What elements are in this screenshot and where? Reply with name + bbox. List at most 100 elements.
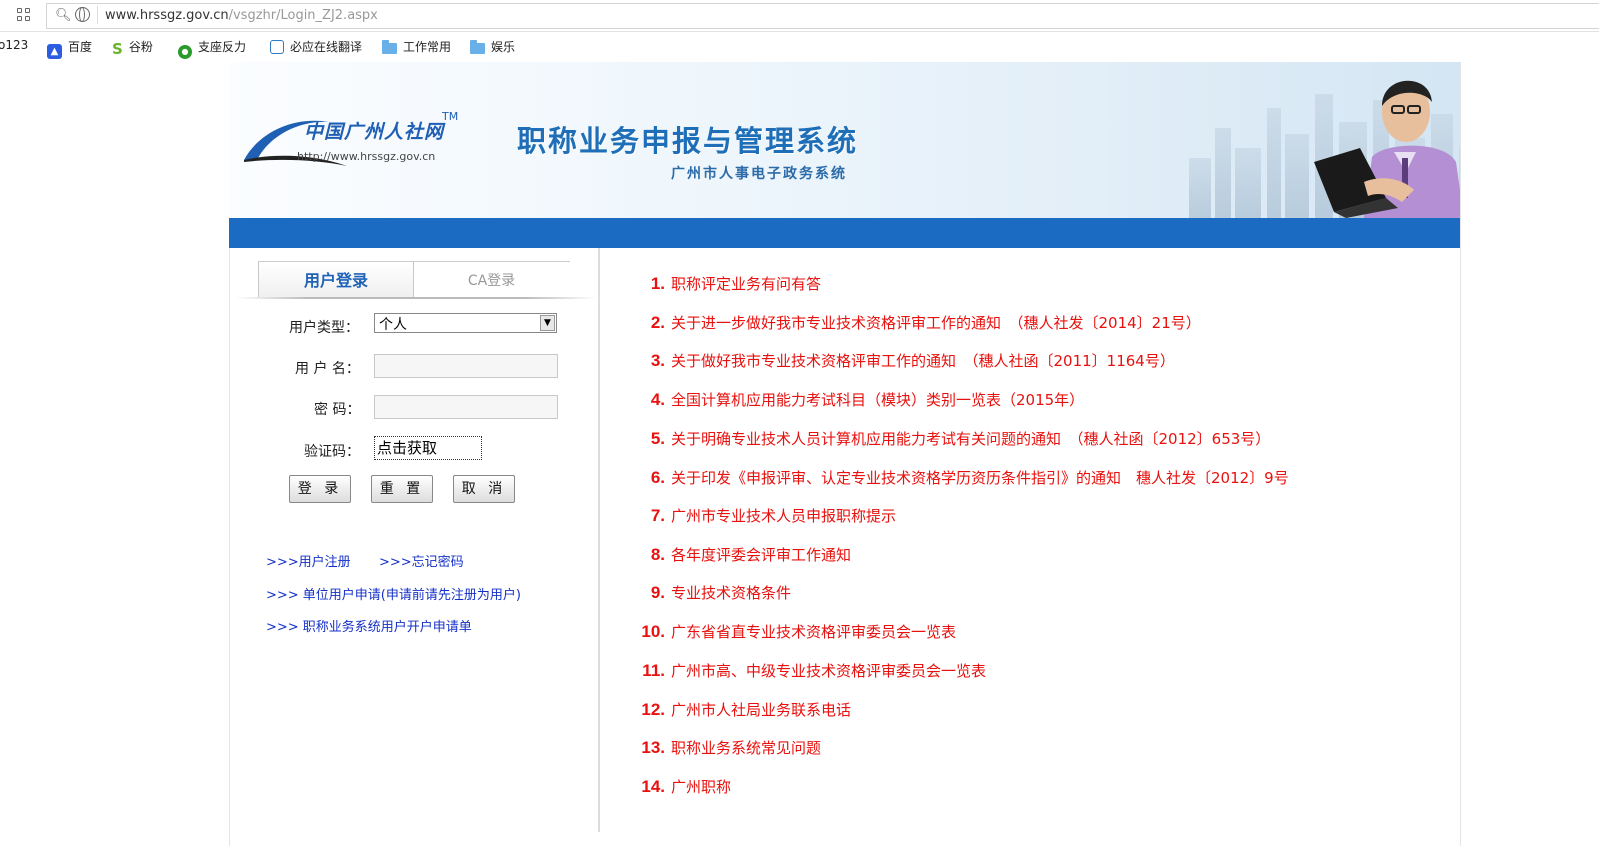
notice-text: 关于明确专业技术人员计算机应用能力考试有关问题的通知 （穗人社函〔2012〕65… [671,430,1271,448]
bookmark-gufen[interactable]: S 谷粉 [112,38,153,58]
captcha-field[interactable]: 点击获取 [374,436,482,460]
bookmark-support-reaction[interactable]: ● 支座反力 [178,38,246,59]
notice-number: 13. [641,738,665,757]
password-label: 密 码： [314,402,361,418]
logo-trademark: TM [442,110,459,123]
logo-text: 中国广州人社网 [304,121,445,143]
notice-text: 关于做好我市专业技术资格评审工作的通知 （穗人社函〔2011〕1164号） [671,352,1175,370]
url-host: www.hrssgz.gov.cn [105,8,229,23]
notice-item[interactable]: 11. 广州市高、中级专业技术资格评审委员会一览表 [635,660,986,681]
translate-icon [270,40,284,54]
bookmark-label: 工作常用 [403,40,452,54]
bookmark-fun[interactable]: 娱乐 [470,38,515,55]
notice-text: 广州市专业技术人员申报职称提示 [671,507,897,525]
system-title: 职称业务申报与管理系统 [517,124,859,158]
bookmark-label: 娱乐 [491,40,516,54]
bookmark-label: o123 [0,38,29,52]
url-path: /vsgzhr/Login_ZJ2.aspx [228,8,378,23]
dropdown-arrow-icon[interactable]: ▼ [540,315,555,331]
bookmark-hao123[interactable]: o123 [0,38,28,52]
system-subtitle: 广州市人事电子政务系统 [671,166,847,182]
notice-number: 8. [650,545,665,564]
notice-item[interactable]: 1. 职称评定业务有问有答 [635,273,821,294]
notice-number: 7. [650,506,665,525]
folder-icon [470,40,485,54]
notice-item[interactable]: 12. 广州市人社局业务联系电话 [635,699,851,720]
user-type-select[interactable]: 个人 ▼ [374,313,557,333]
notice-text: 广州职称 [671,778,732,796]
tab-user-login[interactable]: 用户登录 [258,262,414,297]
notice-text: 职称评定业务有问有答 [671,275,822,293]
search-icon: 🔍︎ [55,8,72,23]
tab-ca-login[interactable]: CA登录 [413,262,570,298]
login-button[interactable]: 登 录 [289,475,351,503]
reset-button[interactable]: 重 置 [371,475,433,503]
notice-item[interactable]: 13. 职称业务系统常见问题 [635,737,821,758]
notice-item[interactable]: 9. 专业技术资格条件 [635,582,791,603]
forgot-password-link[interactable]: >>>忘记密码 [379,551,464,570]
globe-icon [75,7,90,22]
notice-number: 5. [650,429,665,448]
person-with-laptop-image [1314,80,1460,218]
notice-number: 12. [641,700,665,719]
username-label: 用 户 名： [295,361,360,377]
register-link[interactable]: >>>用户注册 [266,551,351,570]
unit-user-apply-link[interactable]: >>> 单位用户申请(申请前请先注册为用户) [266,584,521,603]
notice-text: 关于进一步做好我市专业技术资格评审工作的通知 （穗人社发〔2014〕21号） [671,314,1201,332]
url-text[interactable]: www.hrssgz.gov.cn/vsgzhr/Login_ZJ2.aspx [105,8,378,23]
nav-bar [229,218,1460,248]
apps-grid-icon[interactable] [17,8,31,22]
username-input[interactable] [374,354,558,378]
notice-number: 10. [641,622,665,641]
header-banner: 中国广州人社网 TM http://www.hrssgz.gov.cn 职称业务… [229,62,1460,218]
notice-number: 14. [641,777,665,796]
password-input[interactable] [374,395,558,419]
notice-item[interactable]: 10. 广东省省直专业技术资格评审委员会一览表 [635,621,956,642]
bookmark-bing-translate[interactable]: 必应在线翻译 [270,38,362,55]
notice-text: 全国计算机应用能力考试科目（模块）类别一览表（2015年） [671,391,1085,409]
notice-number: 2. [650,313,665,332]
bookmark-label: 谷粉 [128,40,153,54]
account-application-link[interactable]: >>> 职称业务系统用户开户申请单 [266,616,472,635]
bookmark-baidu[interactable]: ▲ 百度 [47,38,92,59]
notice-item[interactable]: 5. 关于明确专业技术人员计算机应用能力考试有关问题的通知 （穗人社函〔2012〕… [635,428,1271,449]
bookmark-label: 支座反力 [198,40,247,54]
notice-number: 11. [642,661,665,680]
notice-item[interactable]: 4. 全国计算机应用能力考试科目（模块）类别一览表（2015年） [635,389,1084,410]
notice-text: 广东省省直专业技术资格评审委员会一览表 [671,623,957,641]
notice-item[interactable]: 3. 关于做好我市专业技术资格评审工作的通知 （穗人社函〔2011〕1164号） [635,350,1175,371]
address-bar: 🔍︎ www.hrssgz.gov.cn/vsgzhr/Login_ZJ2.as… [0,0,1599,32]
notice-text: 广州市人社局业务联系电话 [671,701,852,719]
notice-number: 6. [650,468,665,487]
notice-item[interactable]: 2. 关于进一步做好我市专业技术资格评审工作的通知 （穗人社发〔2014〕21号） [635,312,1201,333]
bookmarks-bar: o123 ▲ 百度 S 谷粉 ● 支座反力 必应在线翻译 工作常用 娱乐 [0,33,1599,61]
captcha-label: 验证码： [304,444,360,460]
notice-number: 3. [650,351,665,370]
logo-url: http://www.hrssgz.gov.cn [297,150,436,163]
url-box[interactable]: 🔍︎ www.hrssgz.gov.cn/vsgzhr/Login_ZJ2.as… [46,3,1599,29]
bookmark-work[interactable]: 工作常用 [382,38,451,55]
bookmark-label: 必应在线翻译 [290,40,363,54]
tab-underline [235,297,597,299]
leaf-icon: ● [178,45,192,59]
notice-item[interactable]: 8. 各年度评委会评审工作通知 [635,544,851,565]
notice-text: 专业技术资格条件 [671,584,792,602]
url-separator [97,6,98,24]
cancel-button[interactable]: 取 消 [453,475,515,503]
notice-number: 1. [650,274,665,293]
bookmark-label: 百度 [68,40,93,54]
notice-item[interactable]: 7. 广州市专业技术人员申报职称提示 [635,505,896,526]
notice-text: 广州市高、中级专业技术资格评审委员会一览表 [671,662,987,680]
notice-item[interactable]: 14. 广州职称 [635,776,731,797]
baidu-paw-icon: ▲ [47,44,62,59]
user-type-label: 用户类型： [289,320,359,336]
notice-number: 9. [650,583,665,602]
column-divider [598,248,600,832]
s-logo-icon: S [112,40,123,58]
notice-item[interactable]: 6. 关于印发《申报评审、认定专业技术资格学历资历条件指引》的通知 穗人社发〔20… [635,467,1289,488]
folder-icon [382,40,397,54]
notice-number: 4. [650,390,665,409]
notice-text: 各年度评委会评审工作通知 [671,546,852,564]
login-tabs: 用户登录 CA登录 [258,261,570,298]
notice-text: 关于印发《申报评审、认定专业技术资格学历资历条件指引》的通知 穗人社发〔2012… [671,469,1289,487]
